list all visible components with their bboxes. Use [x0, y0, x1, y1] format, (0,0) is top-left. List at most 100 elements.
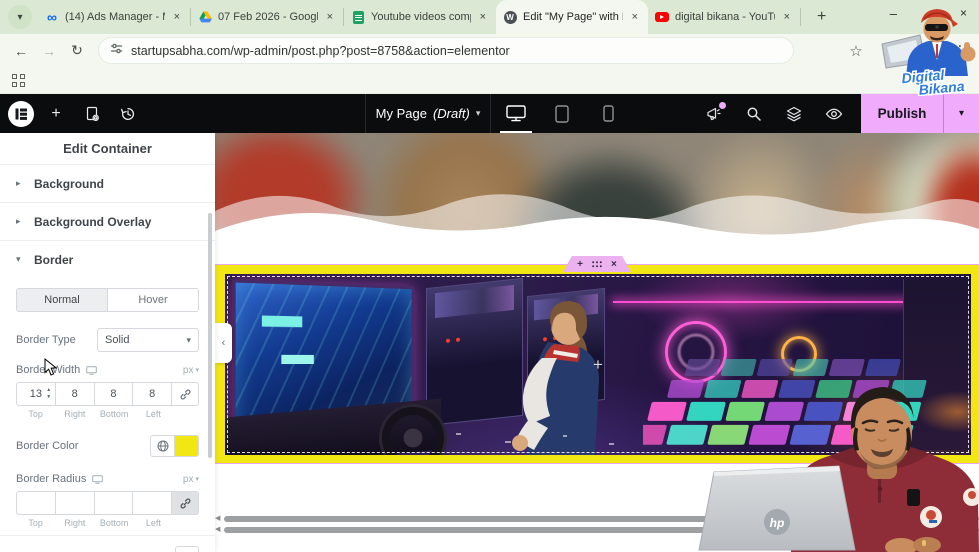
section-border[interactable]: ▾ Border [0, 240, 215, 278]
stepper-up-icon[interactable]: ▲ [46, 387, 51, 394]
dim-label-bottom: Bottom [99, 518, 129, 528]
border-width-bottom-input[interactable] [94, 383, 133, 405]
border-radius-unit[interactable]: px ▾ [183, 474, 199, 485]
device-tablet-button[interactable] [546, 94, 578, 133]
border-width-dim-labels: Top Right Bottom Left [16, 409, 199, 419]
document-title: My Page [375, 106, 427, 121]
publish-options-chevron[interactable]: ▾ [943, 94, 979, 133]
chevron-down-icon: ▾ [186, 334, 191, 345]
wave-divider [215, 194, 979, 252]
hero-image-section[interactable] [215, 133, 979, 252]
box-shadow-edit-button[interactable] [175, 546, 199, 552]
elementor-top-bar: + My Page (Draft) ▾ Publish ▾ [0, 94, 979, 133]
device-desktop-button[interactable] [500, 94, 532, 133]
bookmark-star-icon[interactable]: ☆ [845, 40, 867, 62]
global-color-button[interactable] [151, 436, 175, 456]
scroll-left-icon[interactable]: ◀ [215, 515, 220, 522]
container-handle: + × [563, 256, 631, 272]
border-radius-left-input[interactable] [133, 492, 171, 514]
editor-canvas[interactable]: + × + ‹ ◀ ◀ hp [215, 133, 979, 552]
new-tab-button[interactable]: + [811, 7, 832, 27]
device-desktop-icon[interactable] [92, 474, 104, 484]
tab-normal[interactable]: Normal [17, 289, 108, 311]
border-radius-label: Border Radius [16, 473, 104, 485]
tab-label: Edit "My Page" with Elem [523, 11, 623, 23]
chevron-down-icon: ▾ [17, 11, 23, 23]
panel-title: Edit Container [63, 141, 152, 156]
tab-sheets[interactable]: Youtube videos complete × [344, 0, 496, 34]
drag-dots-icon[interactable] [592, 260, 602, 268]
wordpress-icon: W [503, 10, 517, 24]
chevron-down-icon: ▾ [475, 108, 481, 118]
border-radius-inputs [16, 491, 199, 515]
border-color-swatch[interactable] [175, 436, 198, 456]
tab-ads-manager[interactable]: ∞ (14) Ads Manager - Mana × [38, 0, 190, 34]
stepper-icons[interactable]: ▲ ▼ [44, 383, 54, 405]
tab-divider [800, 8, 801, 26]
link-values-button[interactable] [172, 383, 198, 405]
section-background[interactable]: ▸ Background [0, 164, 215, 202]
address-bar[interactable]: startupsabha.com/wp-admin/post.php?post=… [98, 37, 794, 64]
border-width-inputs: ▲▼ [16, 382, 199, 406]
add-container-icon[interactable]: + [577, 259, 583, 270]
publish-button[interactable]: Publish [861, 94, 943, 133]
svg-text:hp: hp [770, 516, 785, 530]
tab-google-drive[interactable]: 07 Feb 2026 - Google Dr × [191, 0, 343, 34]
panel-scrollbar[interactable] [208, 213, 212, 458]
site-info-icon[interactable] [110, 42, 123, 60]
finder-search-icon[interactable] [745, 105, 763, 123]
device-desktop-icon[interactable] [86, 365, 98, 375]
publish-split-button: Publish ▾ [861, 94, 979, 133]
history-icon[interactable] [114, 100, 142, 128]
elementor-logo[interactable] [8, 100, 34, 127]
delete-container-icon[interactable]: × [611, 259, 617, 270]
tab-close-icon[interactable]: × [781, 10, 793, 24]
meta-icon: ∞ [47, 9, 57, 25]
border-radius-right-input[interactable] [55, 492, 94, 514]
border-width-left-cell [133, 383, 172, 405]
tab-close-icon[interactable]: × [324, 10, 336, 24]
border-width-right-input[interactable] [55, 383, 94, 405]
section-background-overlay[interactable]: ▸ Background Overlay [0, 202, 215, 240]
border-width-unit[interactable]: px ▾ [183, 365, 199, 376]
section-label: Border [34, 252, 74, 267]
dim-label-left: Left [145, 518, 161, 528]
tab-search-button[interactable]: ▾ [8, 5, 32, 29]
border-width-left-input[interactable] [133, 383, 171, 405]
browser-toolbar: ← → ↻ startupsabha.com/wp-admin/post.php… [0, 34, 979, 67]
link-values-button-active[interactable] [172, 492, 198, 514]
structure-layers-icon[interactable] [785, 105, 803, 123]
tab-close-icon[interactable]: × [171, 10, 183, 24]
tab-label: Youtube videos complete [371, 11, 471, 23]
stepper-down-icon[interactable]: ▼ [46, 394, 51, 401]
whats-new-icon[interactable] [705, 101, 726, 123]
document-status: (Draft) [432, 106, 470, 121]
tab-hover[interactable]: Hover [108, 289, 198, 311]
border-radius-top-input[interactable] [17, 492, 55, 514]
tab-elementor-active[interactable]: W Edit "My Page" with Elem × [496, 0, 648, 34]
preview-eye-icon[interactable] [825, 105, 843, 123]
apps-grid-icon[interactable] [12, 73, 25, 87]
tab-close-icon[interactable]: × [629, 10, 641, 24]
tab-close-icon[interactable]: × [477, 10, 489, 24]
border-radius-bottom-input[interactable] [94, 492, 133, 514]
dim-label-top: Top [28, 409, 43, 419]
browser-window: ▾ ∞ (14) Ads Manager - Mana × 07 Feb 202… [0, 0, 979, 552]
scroll-left-icon[interactable]: ◀ [215, 526, 220, 533]
border-width-top-cell: ▲▼ [17, 383, 56, 405]
panel-collapse-button[interactable]: ‹ [215, 323, 232, 363]
forward-icon[interactable]: → [36, 38, 62, 64]
dim-label-right: Right [64, 518, 86, 528]
watermark-line2: Bikana [918, 78, 965, 96]
url-text: startupsabha.com/wp-admin/post.php?post=… [131, 43, 510, 58]
device-mobile-button[interactable] [592, 94, 624, 133]
document-switcher[interactable]: My Page (Draft) ▾ [366, 94, 490, 133]
reload-icon[interactable]: ↻ [64, 38, 90, 64]
border-type-select[interactable]: Solid ▾ [97, 328, 199, 352]
back-icon[interactable]: ← [8, 38, 34, 64]
border-color-label: Border Color [16, 440, 79, 452]
floor-scatter [448, 429, 643, 448]
add-element-icon[interactable]: + [42, 100, 70, 128]
page-settings-icon[interactable] [78, 100, 106, 128]
tab-youtube[interactable]: digital bikana - YouTube × [648, 0, 800, 34]
